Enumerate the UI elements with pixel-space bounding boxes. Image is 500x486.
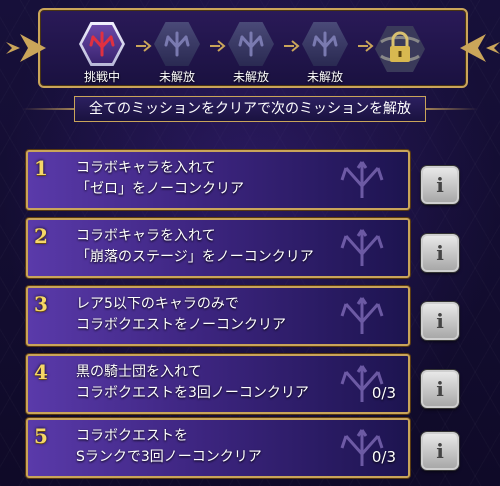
mission-line-2: 「ゼロ」をノーコンクリア (76, 181, 244, 197)
mission-progress: 0/3 (371, 448, 396, 466)
mission-description: レア5以下のキャラのみで コラボクエストをノーコンクリア (76, 294, 286, 336)
mission-description: コラボキャラを入れて 「ゼロ」をノーコンクリア (76, 158, 244, 200)
stage-3[interactable]: 未解放 (227, 22, 275, 85)
stage-4-hex (302, 22, 348, 66)
mission-line-1: レア5以下のキャラのみで (76, 296, 239, 312)
stage-2-hex (154, 22, 200, 66)
info-icon: i (436, 377, 444, 401)
geass-emblem-icon (238, 31, 264, 57)
stage-2-label: 未解放 (158, 70, 195, 84)
right-wing-ornament (460, 34, 500, 62)
mission-description: コラボクエストを Sランクで3回ノーコンクリア (76, 426, 262, 468)
stage-2[interactable]: 未解放 (153, 22, 201, 85)
geass-emblem-icon (340, 297, 384, 334)
mission-item-4[interactable]: 4 黒の騎士団を入れて コラボクエストを3回ノーコンクリア 0/3 (26, 354, 410, 414)
mission-3-info-button[interactable]: i (421, 302, 459, 340)
stage-1-hex (79, 22, 125, 66)
mission-line-2: コラボクエストを3回ノーコンクリア (76, 385, 309, 401)
geass-emblem-icon (340, 161, 384, 198)
mission-item-2[interactable]: 2 コラボキャラを入れて 「崩落のステージ」をノーコンクリア (26, 218, 410, 278)
mission-item-3[interactable]: 3 レア5以下のキャラのみで コラボクエストをノーコンクリア (26, 286, 410, 346)
mission-line-1: コラボキャラを入れて (76, 160, 216, 176)
geass-emblem-icon (312, 31, 338, 57)
geass-emblem-icon (164, 31, 190, 57)
mission-item-5[interactable]: 5 コラボクエストを Sランクで3回ノーコンクリア 0/3 (26, 418, 410, 478)
stage-3-label: 未解放 (232, 70, 269, 84)
mission-number: 4 (34, 360, 48, 384)
info-icon: i (436, 309, 444, 333)
banner-text: 全てのミッションをクリアで次のミッションを解放 (74, 96, 426, 122)
mission-number: 1 (34, 156, 48, 180)
mission-1-info-button[interactable]: i (421, 166, 459, 204)
mission-progress: 0/3 (371, 384, 396, 402)
arrow-right-icon (136, 40, 152, 52)
info-icon: i (436, 439, 444, 463)
stage-progress-bar: 挑戦中 未解放 未解放 未解放 (6, 8, 500, 88)
info-icon: i (436, 173, 444, 197)
mission-line-2: 「崩落のステージ」をノーコンクリア (76, 249, 314, 265)
unlock-banner: 全てのミッションをクリアで次のミッションを解放 (22, 96, 478, 122)
mission-line-2: Sランクで3回ノーコンクリア (76, 449, 262, 465)
mission-number: 5 (34, 424, 48, 448)
stage-1[interactable]: 挑戦中 (78, 22, 126, 85)
mission-line-2: コラボクエストをノーコンクリア (76, 317, 286, 333)
stage-1-label: 挑戦中 (83, 70, 120, 84)
mission-line-1: コラボキャラを入れて (76, 228, 216, 244)
geass-emblem-icon (340, 229, 384, 266)
info-icon: i (436, 241, 444, 265)
mission-description: 黒の騎士団を入れて コラボクエストを3回ノーコンクリア (76, 362, 309, 404)
arrow-right-icon (358, 40, 374, 52)
arrow-right-icon (210, 40, 226, 52)
left-wing-ornament (6, 34, 46, 62)
mission-5-info-button[interactable]: i (421, 432, 459, 470)
mission-number: 3 (34, 292, 48, 316)
mission-line-1: コラボクエストを (76, 428, 188, 444)
mission-line-1: 黒の騎士団を入れて (76, 364, 202, 380)
mission-2-info-button[interactable]: i (421, 234, 459, 272)
stage-3-hex (228, 22, 274, 66)
mission-description: コラボキャラを入れて 「崩落のステージ」をノーコンクリア (76, 226, 314, 268)
stage-4-label: 未解放 (306, 70, 343, 84)
geass-emblem-icon (89, 31, 115, 57)
padlock-icon[interactable] (375, 24, 425, 74)
mission-item-1[interactable]: 1 コラボキャラを入れて 「ゼロ」をノーコンクリア (26, 150, 410, 210)
stage-4[interactable]: 未解放 (301, 22, 349, 85)
mission-number: 2 (34, 224, 48, 248)
mission-4-info-button[interactable]: i (421, 370, 459, 408)
arrow-right-icon (284, 40, 300, 52)
